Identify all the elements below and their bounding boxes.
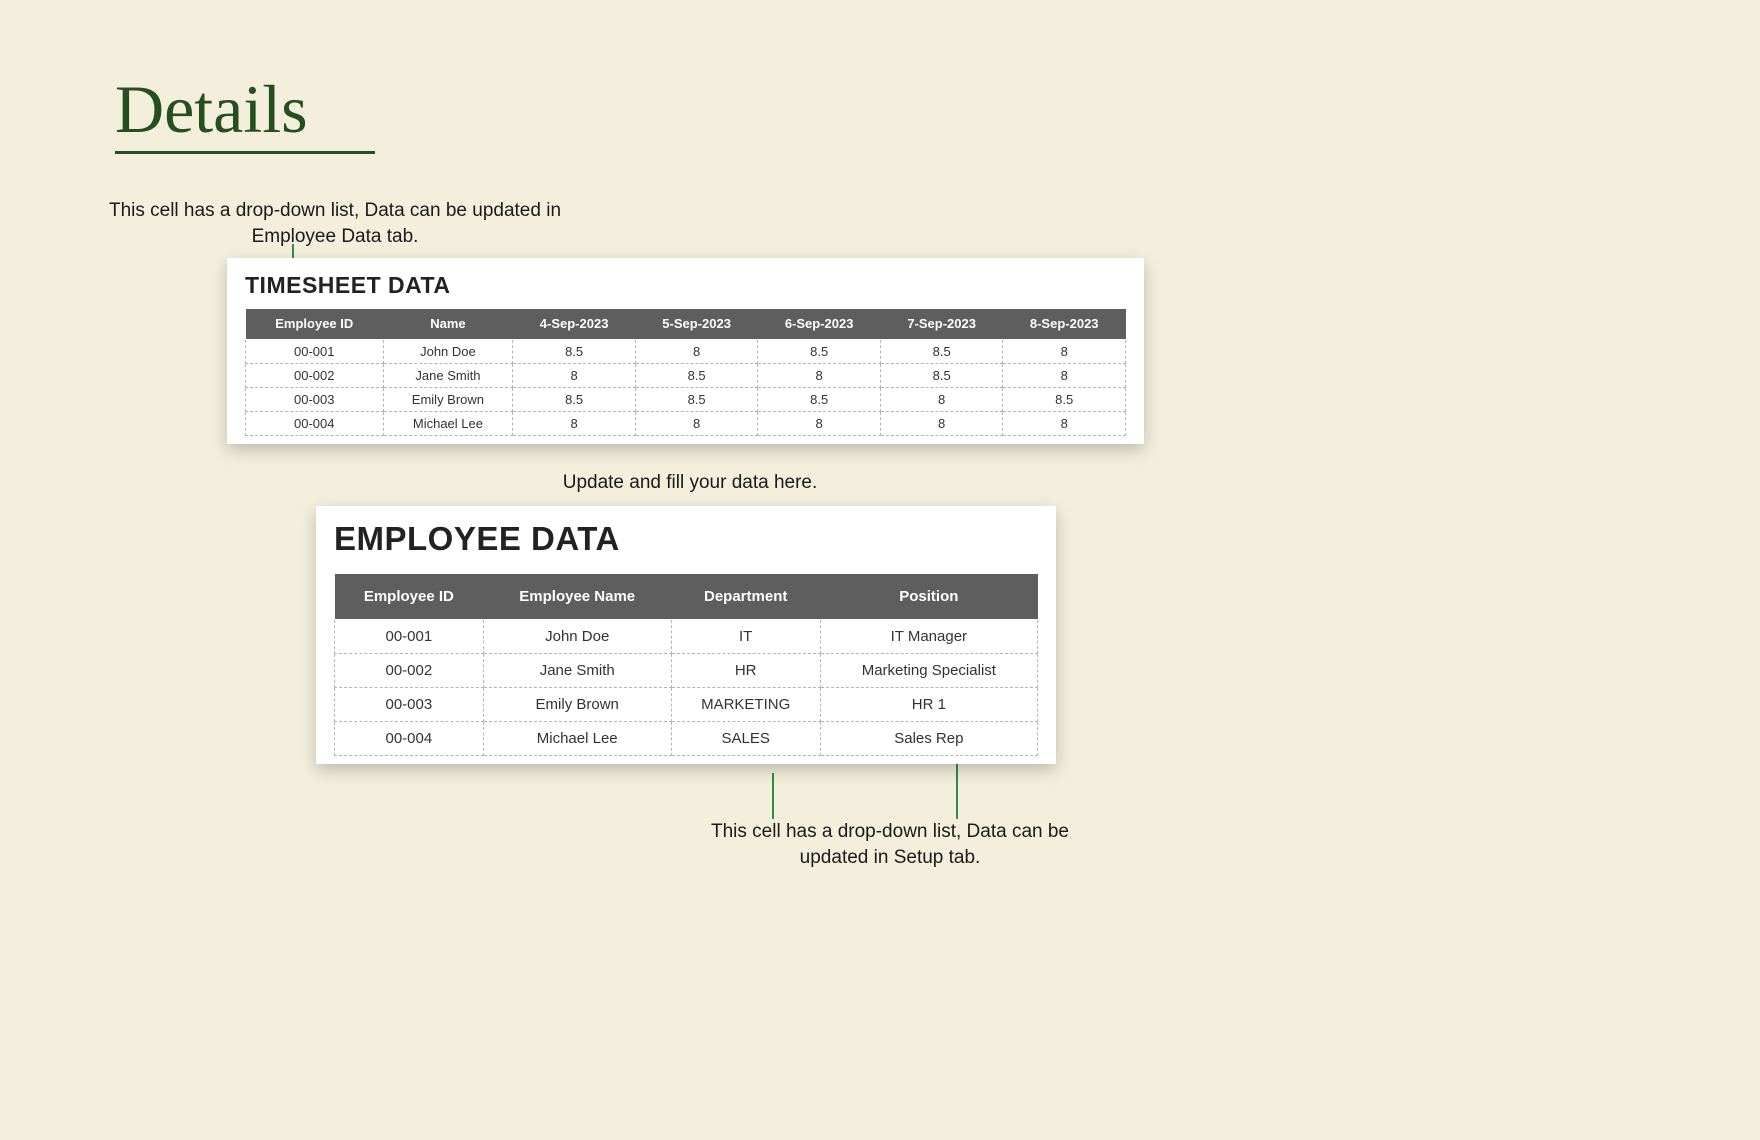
cell[interactable]: 8.5	[513, 339, 636, 363]
cell[interactable]: Emily Brown	[383, 387, 513, 411]
cell[interactable]: 8	[880, 387, 1003, 411]
table-row: 00-001 John Doe 8.5 8 8.5 8.5 8	[246, 339, 1126, 363]
employee-panel: EMPLOYEE DATA Employee ID Employee Name …	[316, 506, 1056, 764]
cell[interactable]: 8.5	[758, 387, 881, 411]
timesheet-header: 6-Sep-2023	[758, 309, 881, 339]
timesheet-header: 4-Sep-2023	[513, 309, 636, 339]
timesheet-header: 8-Sep-2023	[1003, 309, 1126, 339]
cell[interactable]: 8.5	[880, 339, 1003, 363]
cell[interactable]: 8.5	[1003, 387, 1126, 411]
cell-department[interactable]: MARKETING	[671, 688, 820, 722]
cell-employee-id[interactable]: 00-002	[246, 363, 384, 387]
cell[interactable]: 8.5	[635, 363, 758, 387]
employee-title: EMPLOYEE DATA	[334, 520, 1038, 558]
table-row: 00-003 Emily Brown 8.5 8.5 8.5 8 8.5	[246, 387, 1126, 411]
cell[interactable]: 00-001	[335, 620, 484, 654]
table-row: 00-002 Jane Smith HR Marketing Specialis…	[335, 654, 1038, 688]
cell[interactable]: 8	[1003, 339, 1126, 363]
cell[interactable]: 8	[880, 411, 1003, 435]
timesheet-header: 7-Sep-2023	[880, 309, 1003, 339]
cell[interactable]: Michael Lee	[383, 411, 513, 435]
cell[interactable]: 8	[513, 363, 636, 387]
timesheet-panel: TIMESHEET DATA Employee ID Name 4-Sep-20…	[227, 258, 1144, 444]
cell[interactable]: 8	[635, 411, 758, 435]
cell[interactable]: Michael Lee	[483, 722, 671, 756]
cell[interactable]: Jane Smith	[483, 654, 671, 688]
cell-position[interactable]: IT Manager	[820, 620, 1037, 654]
cell[interactable]: John Doe	[383, 339, 513, 363]
timesheet-header: Employee ID	[246, 309, 384, 339]
caption-timesheet-dropdown: This cell has a drop-down list, Data can…	[95, 198, 575, 249]
cell[interactable]: Emily Brown	[483, 688, 671, 722]
cell[interactable]: 8	[1003, 411, 1126, 435]
timesheet-header: Name	[383, 309, 513, 339]
page-title-underline	[115, 151, 375, 154]
cell-department[interactable]: HR	[671, 654, 820, 688]
cell[interactable]: 8.5	[635, 387, 758, 411]
employee-header: Employee ID	[335, 574, 484, 620]
caption-update-data: Update and fill your data here.	[460, 470, 920, 496]
cell-department[interactable]: IT	[671, 620, 820, 654]
cell-position[interactable]: Sales Rep	[820, 722, 1037, 756]
cell[interactable]: 8	[635, 339, 758, 363]
cell[interactable]: 8	[1003, 363, 1126, 387]
cell[interactable]: 00-002	[335, 654, 484, 688]
cell-position[interactable]: Marketing Specialist	[820, 654, 1037, 688]
callout-line-position	[956, 760, 958, 819]
table-row: 00-004 Michael Lee 8 8 8 8 8	[246, 411, 1126, 435]
cell[interactable]: John Doe	[483, 620, 671, 654]
cell[interactable]: 00-004	[335, 722, 484, 756]
employee-header: Department	[671, 574, 820, 620]
callout-line-department	[772, 773, 774, 819]
table-row: 00-001 John Doe IT IT Manager	[335, 620, 1038, 654]
employee-header: Position	[820, 574, 1037, 620]
employee-table: Employee ID Employee Name Department Pos…	[334, 574, 1038, 756]
cell[interactable]: 8.5	[758, 339, 881, 363]
cell[interactable]: 00-003	[335, 688, 484, 722]
cell[interactable]: 8	[758, 363, 881, 387]
cell-position[interactable]: HR 1	[820, 688, 1037, 722]
employee-header: Employee Name	[483, 574, 671, 620]
timesheet-table: Employee ID Name 4-Sep-2023 5-Sep-2023 6…	[245, 309, 1126, 436]
page-title: Details	[115, 70, 308, 149]
table-row: 00-004 Michael Lee SALES Sales Rep	[335, 722, 1038, 756]
cell[interactable]: 8.5	[513, 387, 636, 411]
table-row: 00-003 Emily Brown MARKETING HR 1	[335, 688, 1038, 722]
cell-department[interactable]: SALES	[671, 722, 820, 756]
cell[interactable]: 8.5	[880, 363, 1003, 387]
cell-employee-id[interactable]: 00-003	[246, 387, 384, 411]
cell-employee-id[interactable]: 00-004	[246, 411, 384, 435]
cell[interactable]: Jane Smith	[383, 363, 513, 387]
cell[interactable]: 8	[758, 411, 881, 435]
cell-employee-id[interactable]: 00-001	[246, 339, 384, 363]
cell[interactable]: 8	[513, 411, 636, 435]
table-row: 00-002 Jane Smith 8 8.5 8 8.5 8	[246, 363, 1126, 387]
timesheet-title: TIMESHEET DATA	[245, 272, 1126, 299]
caption-employee-dropdown: This cell has a drop-down list, Data can…	[680, 819, 1100, 870]
timesheet-header: 5-Sep-2023	[635, 309, 758, 339]
